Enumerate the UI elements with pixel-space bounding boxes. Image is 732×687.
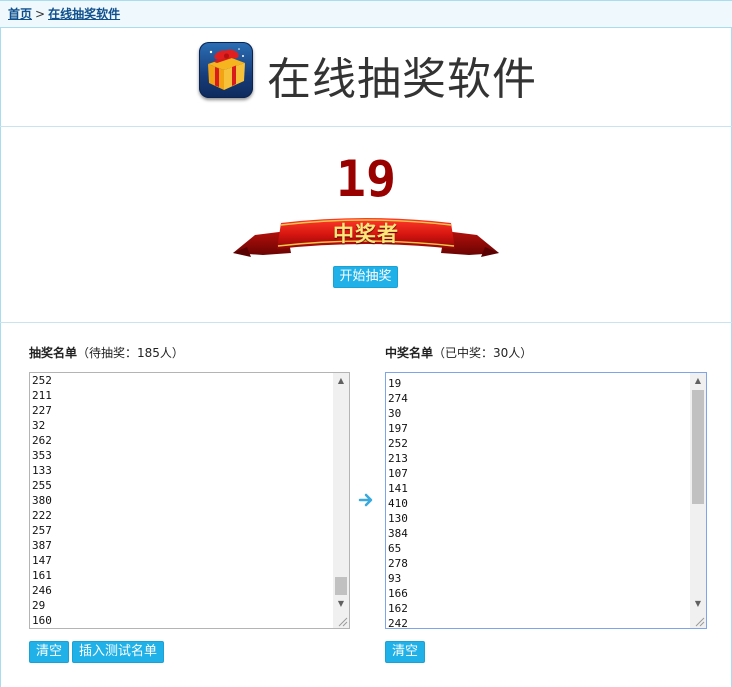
draw-panel: 19 中奖者 开始抽奖 bbox=[0, 127, 732, 323]
winner-list-entry: 197 bbox=[388, 422, 408, 435]
pending-list-entry: 160 bbox=[32, 614, 52, 627]
winners-list-textarea[interactable]: 19 274 30 197 252 213 107 141 410 130 384 65 278 93 16… bbox=[385, 372, 707, 629]
winner-list-entry: 252 bbox=[388, 437, 408, 450]
winner-list-entry: 278 bbox=[388, 557, 408, 570]
breadcrumb-current-link[interactable]: 在线抽奖软件 bbox=[48, 7, 120, 21]
app-title: 在线抽奖软件 bbox=[267, 54, 537, 105]
pending-list-lines: 252 211 227 32 262 353 133 255 380 222 257 387 147 16… bbox=[32, 373, 332, 628]
pending-list-entry: 262 bbox=[32, 434, 52, 447]
winner-number: 19 bbox=[335, 150, 397, 208]
winner-list-entry: 162 bbox=[388, 602, 408, 615]
winner-list-entry: 141 bbox=[388, 482, 408, 495]
breadcrumb: 首页 > 在线抽奖软件 bbox=[0, 0, 732, 28]
pending-list-entry: 387 bbox=[32, 539, 52, 552]
pending-list-entry: 32 bbox=[32, 419, 46, 432]
pending-list-entry: 257 bbox=[32, 524, 52, 537]
winner-list-entry: 93 bbox=[388, 572, 402, 585]
breadcrumb-home-link[interactable]: 首页 bbox=[8, 7, 32, 21]
breadcrumb-separator: > bbox=[35, 7, 46, 21]
arrow-right-icon bbox=[357, 490, 377, 510]
pending-scroll-thumb[interactable] bbox=[335, 577, 347, 595]
winners-list-heading: 中奖名单（已中奖：30人） bbox=[385, 346, 532, 360]
resize-grip-icon[interactable] bbox=[333, 612, 349, 628]
winner-list-entry: 242 bbox=[388, 617, 408, 629]
pending-list-entry: 246 bbox=[32, 584, 52, 597]
winner-list-entry: 213 bbox=[388, 452, 408, 465]
winner-list-entry: 166 bbox=[388, 587, 408, 600]
pending-list-title: 抽奖名单 bbox=[29, 346, 78, 360]
winners-scroll-thumb[interactable] bbox=[692, 390, 704, 504]
winner-list-entry: 410 bbox=[388, 497, 408, 510]
winner-list-entry: 19 bbox=[388, 377, 402, 390]
pending-list-entry: 255 bbox=[32, 479, 52, 492]
pending-list-scrollbar[interactable]: ▲ ▼ bbox=[333, 373, 349, 628]
pending-list-entry: 222 bbox=[32, 509, 52, 522]
scroll-up-icon[interactable]: ▲ bbox=[333, 373, 349, 389]
clear-winners-button[interactable]: 清空 bbox=[385, 641, 426, 663]
pending-list-entry: 147 bbox=[32, 554, 52, 567]
winner-ribbon-label: 中奖者 bbox=[333, 222, 399, 246]
winners-list-scrollbar[interactable]: ▲ ▼ bbox=[690, 373, 706, 628]
pending-list-entry: 227 bbox=[32, 404, 52, 417]
winners-count: （已中奖：30人） bbox=[433, 346, 533, 360]
pending-list-heading: 抽奖名单（待抽奖：185人） bbox=[29, 346, 184, 360]
pending-list-entry: 252 bbox=[32, 374, 52, 387]
gift-box-icon bbox=[199, 42, 253, 98]
scroll-down-icon[interactable]: ▼ bbox=[333, 596, 349, 612]
winner-list-entry: 65 bbox=[388, 542, 402, 555]
pending-list-entry: 211 bbox=[32, 389, 52, 402]
pending-count: （待抽奖：185人） bbox=[77, 346, 184, 360]
winners-list-lines: 19 274 30 197 252 213 107 141 410 130 384 65 278 93 16… bbox=[388, 376, 689, 629]
scroll-up-icon[interactable]: ▲ bbox=[690, 373, 706, 389]
winner-list-entry: 30 bbox=[388, 407, 402, 420]
start-draw-button[interactable]: 开始抽奖 bbox=[333, 266, 398, 288]
resize-grip-icon[interactable] bbox=[690, 612, 706, 628]
scroll-down-icon[interactable]: ▼ bbox=[690, 596, 706, 612]
winner-list-entry: 130 bbox=[388, 512, 408, 525]
pending-list-entry: 133 bbox=[32, 464, 52, 477]
clear-pending-button[interactable]: 清空 bbox=[29, 641, 70, 663]
winner-list-entry: 274 bbox=[388, 392, 408, 405]
pending-list-entry: 353 bbox=[32, 449, 52, 462]
winner-list-entry: 384 bbox=[388, 527, 408, 540]
app-header: 在线抽奖软件 bbox=[0, 28, 732, 127]
pending-list-entry: 29 bbox=[32, 599, 46, 612]
insert-test-list-button[interactable]: 插入测试名单 bbox=[72, 641, 165, 663]
pending-list-entry: 161 bbox=[32, 569, 52, 582]
winners-list-title: 中奖名单 bbox=[385, 346, 434, 360]
winner-list-entry: 107 bbox=[388, 467, 408, 480]
pending-list-entry: 380 bbox=[32, 494, 52, 507]
pending-list-textarea[interactable]: 252 211 227 32 262 353 133 255 380 222 257 387 147 16… bbox=[29, 372, 350, 629]
